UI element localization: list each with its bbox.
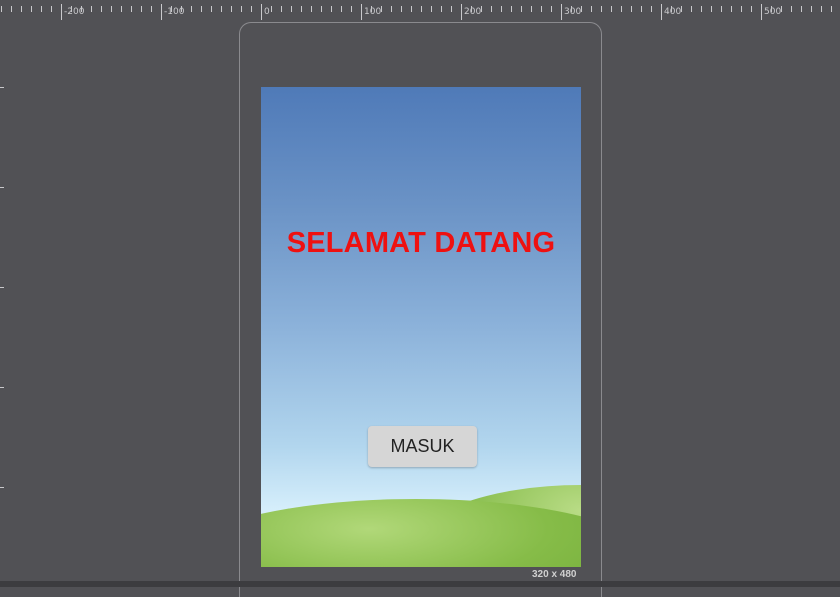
- ruler-major-tick: [261, 4, 262, 20]
- ruler-major-tick: [561, 4, 562, 20]
- ruler-minor-tick: [21, 6, 22, 12]
- ruler-minor-tick: [641, 6, 642, 12]
- ruler-minor-tick: [291, 6, 292, 12]
- foreground-hill: [261, 499, 581, 567]
- ruler-minor-tick: [711, 6, 712, 12]
- ruler-minor-tick: [331, 6, 332, 12]
- ruler-major-tick: [61, 4, 62, 20]
- ruler-label: 200: [464, 7, 482, 17]
- ruler-minor-tick: [441, 6, 442, 12]
- ruler-minor-tick: [141, 6, 142, 12]
- ruler-minor-tick: [811, 6, 812, 12]
- masuk-button[interactable]: MASUK: [368, 426, 477, 467]
- ruler-minor-tick: [91, 6, 92, 12]
- ruler-minor-tick: [801, 6, 802, 12]
- bottom-scrollbar[interactable]: [0, 581, 840, 587]
- ruler-minor-tick: [651, 6, 652, 12]
- ruler-minor-tick: [421, 6, 422, 12]
- ruler-minor-tick: [511, 6, 512, 12]
- ruler-minor-tick: [401, 6, 402, 12]
- ruler-label: 300: [564, 7, 582, 17]
- ruler-minor-tick: [321, 6, 322, 12]
- ruler-minor-tick: [111, 6, 112, 12]
- ruler-minor-tick: [221, 6, 222, 12]
- ruler-minor-tick: [631, 6, 632, 12]
- welcome-title: SELAMAT DATANG: [286, 227, 556, 259]
- ruler-minor-tick: [281, 6, 282, 12]
- ruler-minor-tick: [201, 6, 202, 12]
- ruler-minor-tick: [831, 6, 832, 12]
- ruler-minor-tick: [411, 6, 412, 12]
- ruler-label: 400: [664, 7, 682, 17]
- ruler-minor-tick: [121, 6, 122, 12]
- ruler-minor-tick: [731, 6, 732, 12]
- ruler-minor-tick: [31, 6, 32, 12]
- ruler-label: 100: [364, 7, 382, 17]
- ruler-minor-tick: [521, 6, 522, 12]
- ruler-minor-tick: [541, 6, 542, 12]
- ruler-minor-tick: [51, 6, 52, 12]
- ruler-minor-tick: [231, 6, 232, 12]
- ruler-minor-tick: [1, 6, 2, 12]
- ruler-minor-tick: [791, 6, 792, 12]
- ruler-label: -200: [64, 7, 85, 17]
- vertical-ruler: [0, 22, 6, 587]
- ruler-minor-tick: [11, 6, 12, 12]
- ruler-minor-tick: [151, 6, 152, 12]
- ruler-minor-tick: [721, 6, 722, 12]
- ruler-major-tick: [0, 87, 4, 88]
- ruler-label: 0: [264, 7, 270, 17]
- ruler-minor-tick: [431, 6, 432, 12]
- ruler-minor-tick: [241, 6, 242, 12]
- ruler-minor-tick: [271, 6, 272, 12]
- ruler-minor-tick: [131, 6, 132, 12]
- ruler-label: 500: [764, 7, 782, 17]
- ruler-minor-tick: [491, 6, 492, 12]
- ruler-major-tick: [761, 4, 762, 20]
- ruler-minor-tick: [301, 6, 302, 12]
- ruler-major-tick: [0, 187, 4, 188]
- screen-size-label: 320 x 480: [532, 569, 577, 580]
- ruler-major-tick: [0, 387, 4, 388]
- ruler-minor-tick: [501, 6, 502, 12]
- ruler-minor-tick: [341, 6, 342, 12]
- ruler-major-tick: [661, 4, 662, 20]
- ruler-major-tick: [361, 4, 362, 20]
- ruler-major-tick: [0, 487, 4, 488]
- ruler-minor-tick: [621, 6, 622, 12]
- ruler-minor-tick: [351, 6, 352, 12]
- ruler-minor-tick: [251, 6, 252, 12]
- ruler-minor-tick: [191, 6, 192, 12]
- ruler-major-tick: [0, 287, 4, 288]
- ruler-minor-tick: [751, 6, 752, 12]
- ruler-minor-tick: [41, 6, 42, 12]
- ruler-minor-tick: [611, 6, 612, 12]
- ruler-minor-tick: [691, 6, 692, 12]
- app-screen-preview: SELAMAT DATANG MASUK: [261, 87, 581, 567]
- ruler-minor-tick: [551, 6, 552, 12]
- ruler-minor-tick: [591, 6, 592, 12]
- ruler-minor-tick: [741, 6, 742, 12]
- ruler-minor-tick: [311, 6, 312, 12]
- ruler-label: -100: [164, 7, 185, 17]
- ruler-minor-tick: [451, 6, 452, 12]
- ruler-major-tick: [461, 4, 462, 20]
- ruler-minor-tick: [101, 6, 102, 12]
- ruler-minor-tick: [701, 6, 702, 12]
- ruler-major-tick: [161, 4, 162, 20]
- ruler-minor-tick: [211, 6, 212, 12]
- ruler-minor-tick: [821, 6, 822, 12]
- horizontal-ruler: -200 -100 0 100 200 300 400 500: [0, 0, 840, 22]
- ruler-minor-tick: [601, 6, 602, 12]
- ruler-minor-tick: [531, 6, 532, 12]
- ruler-minor-tick: [391, 6, 392, 12]
